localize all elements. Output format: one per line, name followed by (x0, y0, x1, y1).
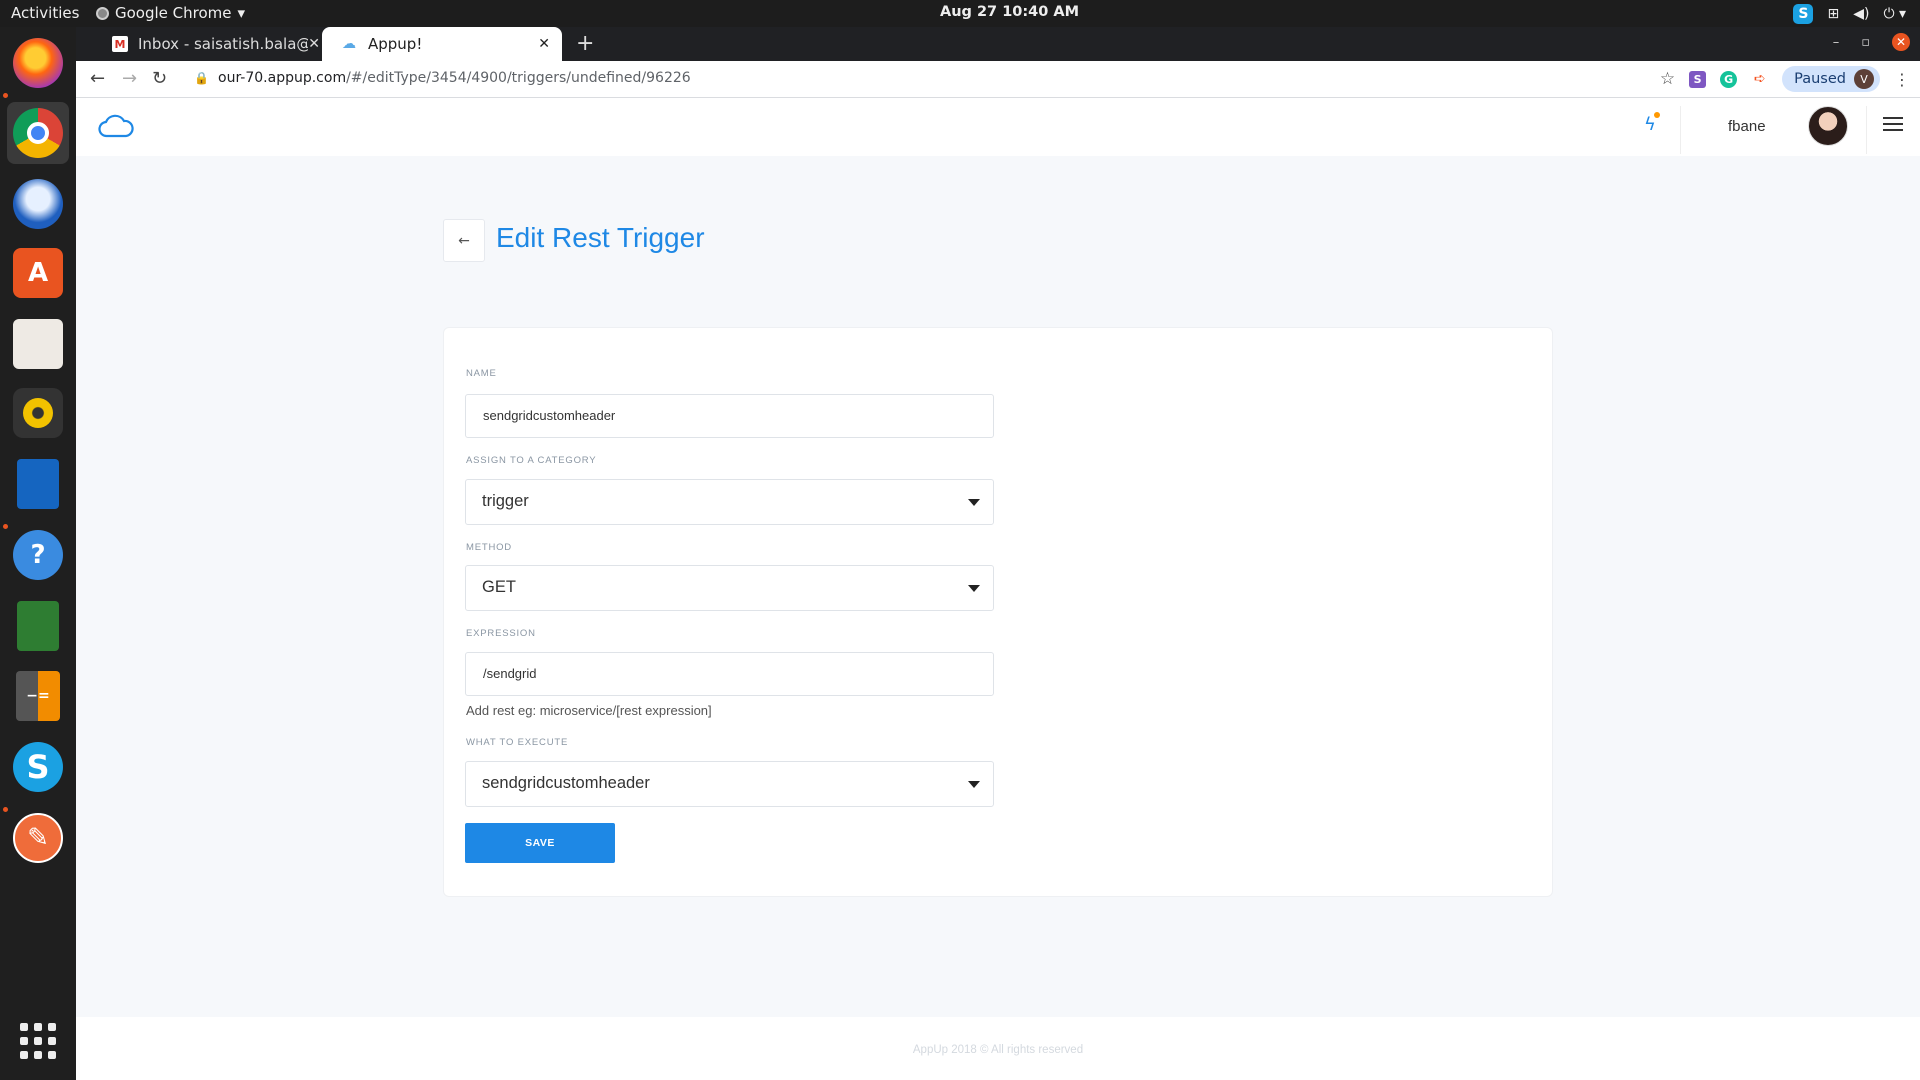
profile-paused-button[interactable]: Paused V (1782, 66, 1880, 92)
calculator-icon[interactable]: −= (7, 665, 69, 727)
save-button[interactable]: SAVE (465, 823, 615, 863)
url-host: our-70.appup.com (218, 70, 347, 86)
close-icon[interactable]: ✕ (538, 36, 550, 52)
category-value: trigger (482, 492, 529, 510)
expression-helper-text: Add rest eg: microservice/[rest expressi… (466, 703, 712, 718)
window-controls: – ▫ ✕ (1833, 33, 1910, 51)
back-button[interactable]: ← (443, 219, 485, 262)
rhythmbox-icon[interactable] (7, 382, 69, 444)
system-tray[interactable]: S ⊞ ◀) ⏻ ▾ (1793, 2, 1906, 25)
name-input[interactable]: sendgridcustomheader (465, 394, 994, 438)
extension-s-icon[interactable]: S (1689, 70, 1707, 88)
clock[interactable]: Aug 27 10:40 AM (940, 4, 1079, 20)
chrome-icon[interactable] (7, 102, 69, 164)
more-menu-icon[interactable]: ⋮ (1894, 70, 1910, 89)
caret-down-icon (968, 781, 980, 788)
divider (1866, 106, 1867, 154)
close-icon[interactable]: ✕ (308, 36, 320, 52)
volume-icon[interactable]: ◀) (1853, 6, 1869, 22)
chrome-mini-icon (96, 6, 109, 20)
chevron-down-icon: ▾ (237, 4, 246, 22)
gmail-icon: M (112, 36, 128, 52)
activities-button[interactable]: Activities (11, 4, 79, 22)
cloud-icon: ☁ (342, 36, 356, 52)
lock-icon[interactable]: 🔒 (194, 71, 209, 85)
divider (1680, 106, 1681, 154)
files-icon[interactable] (7, 313, 69, 375)
page-title: Edit Rest Trigger (496, 222, 705, 253)
profile-avatar: V (1854, 69, 1874, 89)
help-icon[interactable]: ? (7, 524, 69, 586)
execute-select[interactable]: sendgridcustomheader (465, 761, 994, 807)
show-apps-icon[interactable] (7, 1010, 69, 1072)
calc-icon[interactable] (7, 595, 69, 657)
back-arrow-icon: ← (458, 232, 470, 249)
grammarly-icon[interactable]: G (1720, 70, 1738, 88)
paused-label: Paused (1794, 71, 1846, 87)
browser-tab-bar: M Inbox - saisatish.bala@50 ✕ ☁ Appup! ✕… (76, 27, 1920, 61)
thunderbird-icon[interactable] (7, 173, 69, 235)
toolbar-right: ☆ S G ➪ Paused V ⋮ (1660, 66, 1910, 92)
forward-arrow-icon[interactable]: → (122, 68, 137, 89)
network-icon[interactable]: ⊞ (1827, 6, 1839, 22)
dock: A ? −= S ✎ (0, 27, 76, 1080)
url-path: /#/editType/3454/4900/triggers/undefined… (346, 70, 691, 86)
execute-label: WHAT TO EXECUTE (466, 737, 569, 748)
address-bar: ← → ↻ 🔒 our-70.appup.com/#/editType/3454… (76, 61, 1920, 98)
app-header: ϟ fbane (76, 98, 1920, 156)
firefox-icon[interactable] (7, 32, 69, 94)
tab-title: Appup! (368, 35, 423, 53)
system-top-bar: Activities Google Chrome ▾ Aug 27 10:40 … (0, 0, 1920, 27)
footer-text: AppUp 2018 © All rights reserved (912, 1044, 1084, 1056)
minimize-icon[interactable]: – (1833, 35, 1840, 50)
tab-appup[interactable]: ☁ Appup! ✕ (322, 27, 562, 61)
skype-tray-icon[interactable]: S (1793, 3, 1814, 24)
app-menu-label: Google Chrome (115, 4, 232, 22)
close-window-icon[interactable]: ✕ (1892, 33, 1910, 51)
back-arrow-icon[interactable]: ← (90, 68, 105, 89)
name-label: NAME (466, 368, 497, 379)
method-value: GET (482, 578, 516, 596)
running-indicator (3, 93, 8, 98)
new-tab-button[interactable]: + (576, 31, 594, 56)
hamburger-menu-icon[interactable] (1883, 117, 1903, 135)
expression-input[interactable]: /sendgrid (465, 652, 994, 696)
extension-arrow-icon[interactable]: ➪ (1751, 70, 1769, 88)
footer: AppUp 2018 © All rights reserved (76, 1017, 1920, 1080)
inkscape-icon[interactable]: ✎ (7, 807, 69, 869)
username[interactable]: fbane (1728, 118, 1766, 135)
execute-value: sendgridcustomheader (482, 774, 650, 792)
tab-title: Inbox - saisatish.bala@50 (138, 35, 308, 53)
category-label: ASSIGN TO A CATEGORY (466, 455, 597, 466)
tab-inbox[interactable]: M Inbox - saisatish.bala@50 ✕ (92, 27, 332, 61)
star-icon[interactable]: ☆ (1660, 69, 1675, 89)
app-store-icon[interactable]: A (7, 242, 69, 304)
skype-icon[interactable]: S (7, 736, 69, 798)
notifications-bolt-icon[interactable]: ϟ (1644, 112, 1660, 135)
method-label: METHOD (466, 542, 512, 553)
category-select[interactable]: trigger (465, 479, 994, 525)
app-menu[interactable]: Google Chrome ▾ (96, 4, 245, 22)
maximize-icon[interactable]: ▫ (1861, 35, 1870, 50)
avatar[interactable] (1808, 106, 1848, 146)
power-icon[interactable]: ⏻ ▾ (1883, 6, 1906, 22)
caret-down-icon (968, 585, 980, 592)
expression-label: EXPRESSION (466, 628, 536, 639)
writer-icon[interactable] (7, 453, 69, 515)
url-field[interactable]: our-70.appup.com/#/editType/3454/4900/tr… (218, 70, 691, 86)
reload-icon[interactable]: ↻ (152, 68, 167, 89)
caret-down-icon (968, 499, 980, 506)
method-select[interactable]: GET (465, 565, 994, 611)
appup-logo-icon[interactable] (98, 112, 134, 144)
